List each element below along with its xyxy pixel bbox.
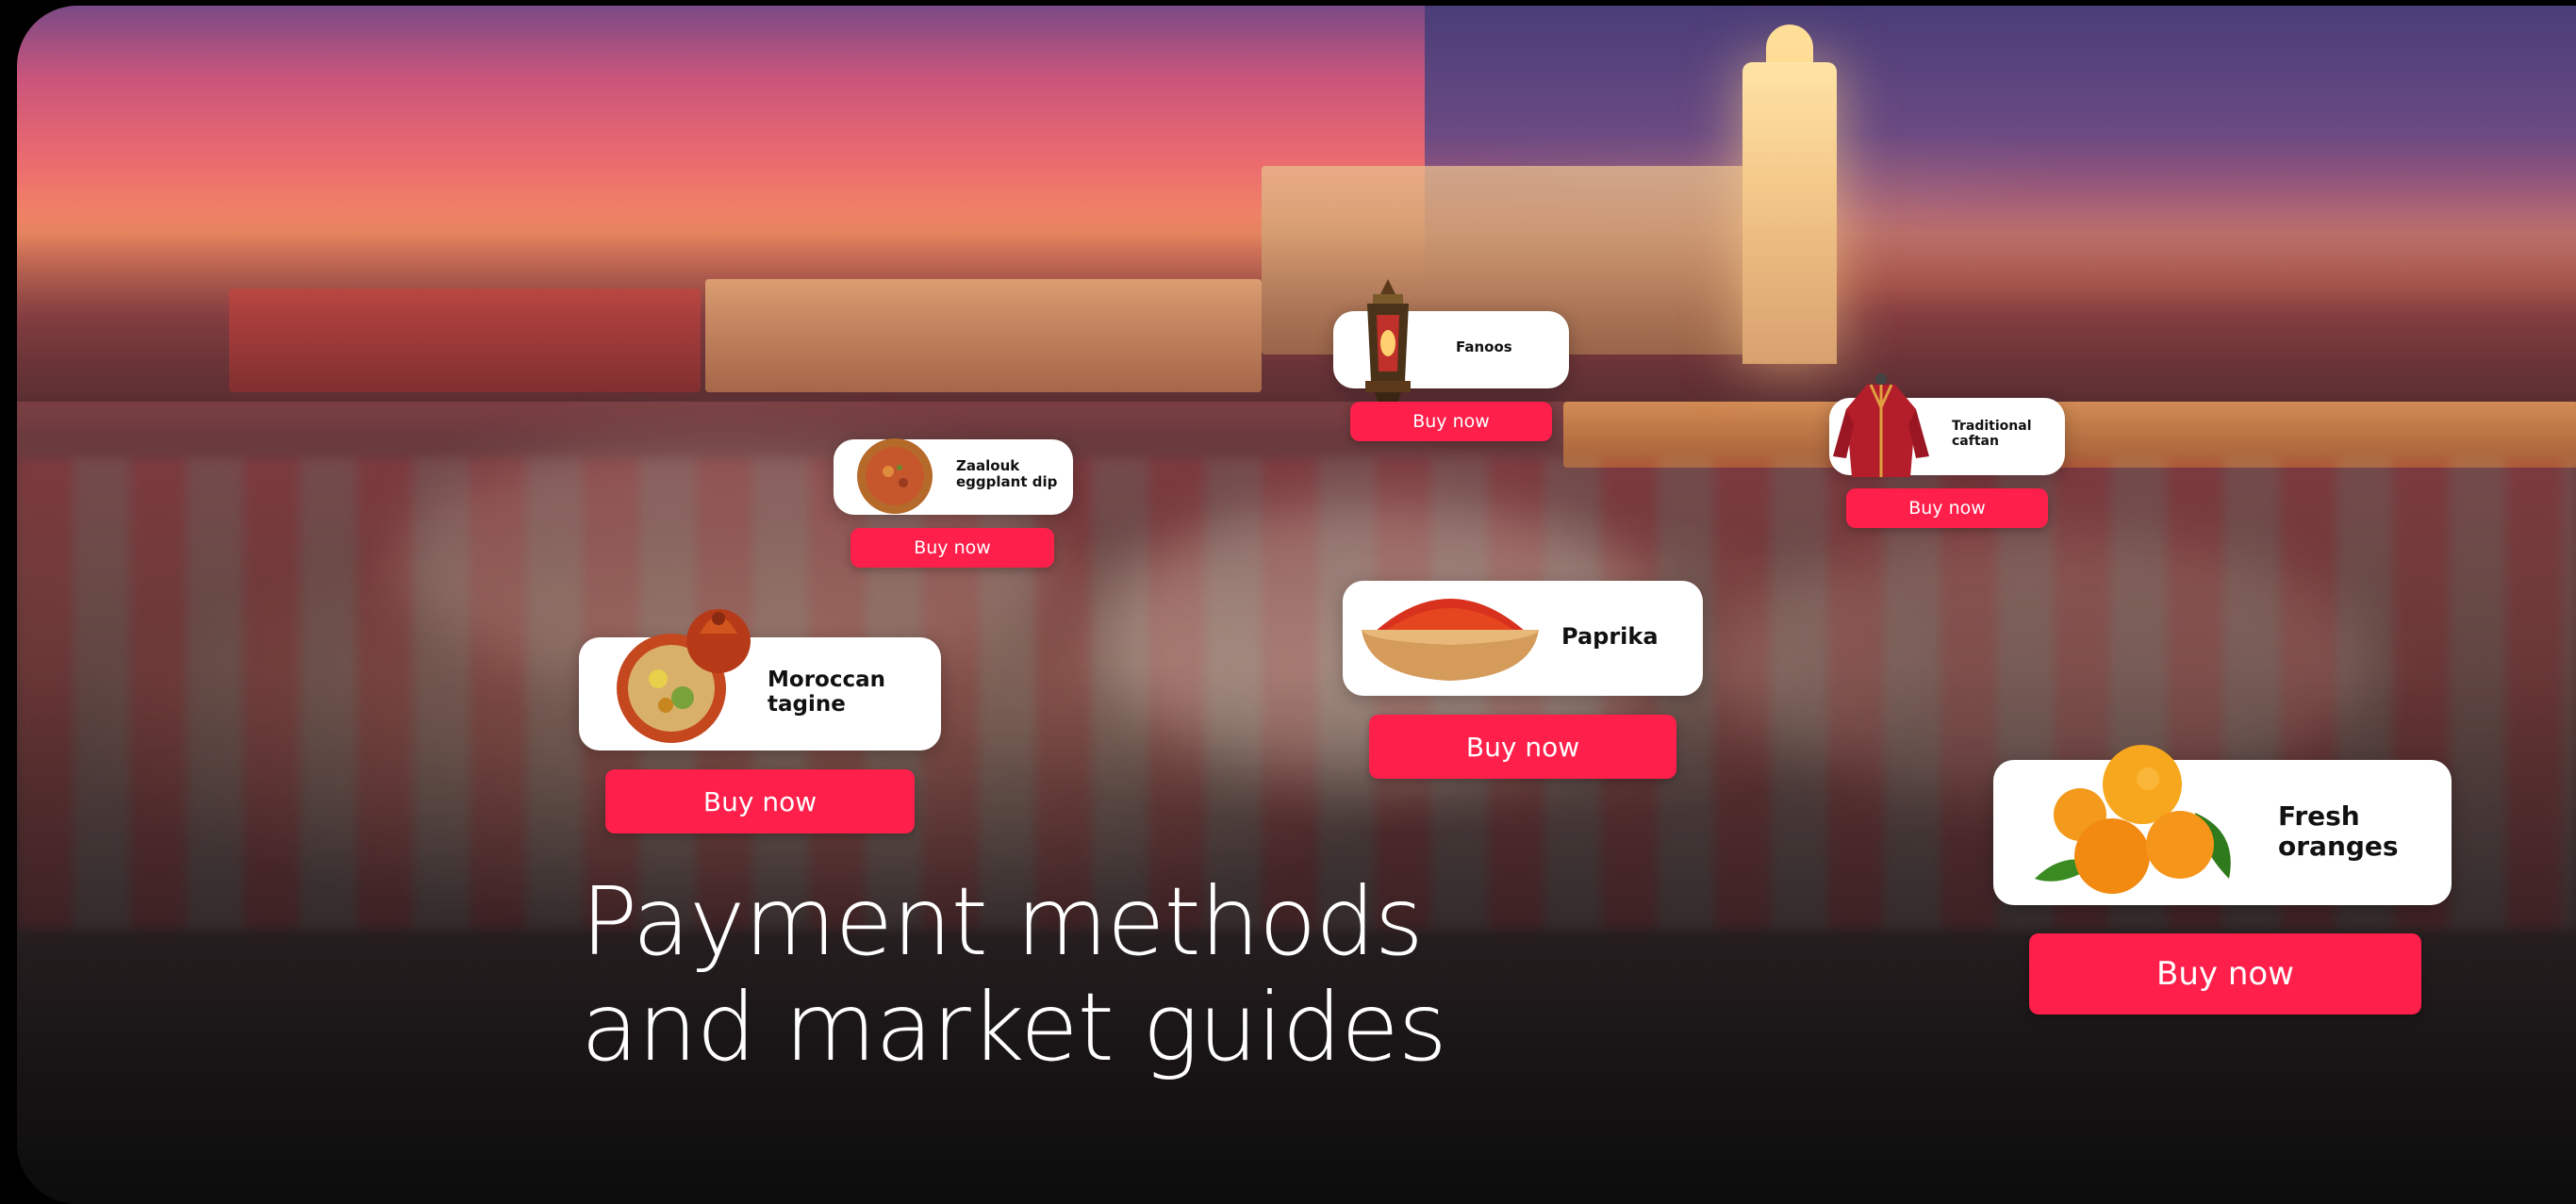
spice-bowl-icon <box>1356 575 1544 688</box>
product-name: Fresh oranges <box>2278 800 2399 863</box>
tagine-icon <box>613 605 754 747</box>
caftan-icon <box>1829 371 1933 483</box>
product-name: Zaalouk eggplant dip <box>956 457 1058 491</box>
product-name: Traditional caftan <box>1952 419 2032 450</box>
product-name: Moroccan tagine <box>768 668 885 717</box>
buy-now-button[interactable]: Buy now <box>2029 933 2421 1014</box>
page-title: Payment methods and market guides <box>581 866 1447 1082</box>
product-card-oranges[interactable]: Fresh oranges <box>1993 745 2452 905</box>
product-card-caftan[interactable]: Traditional caftan <box>1829 373 2065 477</box>
headline-line-1: Payment methods <box>581 866 1424 977</box>
product-card-paprika[interactable]: Paprika <box>1343 581 1703 696</box>
product-name: Paprika <box>1561 623 1659 650</box>
oranges-icon <box>2006 737 2252 903</box>
dip-bowl-icon <box>854 436 935 517</box>
lantern-icon <box>1352 277 1424 419</box>
buy-now-button[interactable]: Buy now <box>1846 488 2048 528</box>
buy-now-button[interactable]: Buy now <box>1369 715 1676 779</box>
product-card-zaalouk[interactable]: Zaalouk eggplant dip <box>834 436 1073 517</box>
product-card-tagine[interactable]: Moroccan tagine <box>579 609 941 750</box>
buy-now-button[interactable]: Buy now <box>850 528 1054 568</box>
buy-now-button[interactable]: Buy now <box>1350 402 1552 441</box>
product-name: Fanoos <box>1456 338 1512 355</box>
headline-line-2: and market guides <box>581 972 1447 1082</box>
buy-now-button[interactable]: Buy now <box>605 769 915 833</box>
product-card-fanoos[interactable]: Fanoos <box>1333 279 1569 413</box>
